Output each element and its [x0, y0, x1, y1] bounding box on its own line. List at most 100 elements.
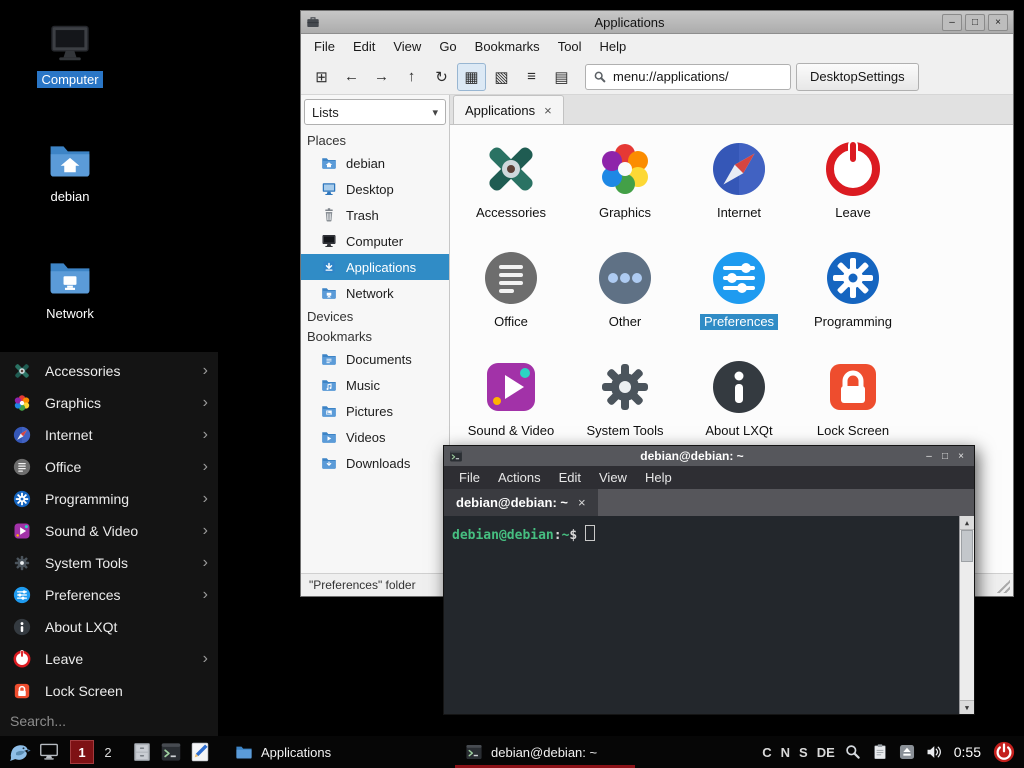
scrollbar-thumb[interactable]: [961, 530, 973, 562]
quicklaunch-terminal[interactable]: [160, 741, 182, 763]
menu-edit[interactable]: Edit: [550, 470, 590, 485]
leave-button[interactable]: [992, 740, 1016, 764]
menu-item-lock-screen[interactable]: Lock Screen: [0, 675, 218, 707]
menu-view[interactable]: View: [384, 39, 430, 54]
workspace-1-button[interactable]: 1: [70, 740, 94, 764]
menu-file[interactable]: File: [305, 39, 344, 54]
app-item-internet[interactable]: Internet: [682, 137, 796, 246]
menu-bookmarks[interactable]: Bookmarks: [466, 39, 549, 54]
terminal-tab[interactable]: debian@debian: ~ ×: [444, 489, 598, 516]
app-item-programming[interactable]: Programming: [796, 246, 910, 355]
workspace-2-button[interactable]: 2: [98, 745, 118, 760]
desktop-settings-button[interactable]: DesktopSettings: [796, 63, 919, 91]
sidebar-item-debian[interactable]: debian: [301, 150, 449, 176]
menu-tool[interactable]: Tool: [549, 39, 591, 54]
menu-item-internet[interactable]: Internet ›: [0, 419, 218, 451]
scroll-up-icon[interactable]: ▲: [960, 516, 974, 530]
leave-icon: [12, 649, 32, 669]
sidebar-item-documents[interactable]: Documents: [301, 346, 449, 372]
refresh-button[interactable]: ↻: [427, 63, 456, 91]
menu-file[interactable]: File: [450, 470, 489, 485]
show-desktop-button[interactable]: [38, 741, 60, 763]
task-button-terminal[interactable]: debian@debian: ~: [455, 736, 635, 768]
menu-item-graphics[interactable]: Graphics ›: [0, 387, 218, 419]
sidebar-mode-select[interactable]: Lists ▾: [304, 99, 446, 125]
menu-item-system-tools[interactable]: System Tools ›: [0, 547, 218, 579]
terminal-titlebar[interactable]: debian@debian: ~ – □ ×: [444, 446, 974, 466]
file-manager-titlebar[interactable]: Applications – □ ×: [301, 11, 1013, 34]
tab-applications[interactable]: Applications ×: [453, 95, 564, 124]
app-item-graphics[interactable]: Graphics: [568, 137, 682, 246]
keyboard-layout-indicator[interactable]: DE: [817, 745, 835, 760]
sidebar-item-videos[interactable]: Videos: [301, 424, 449, 450]
thumbnail-view-button[interactable]: ▧: [487, 63, 516, 91]
sidebar-item-trash[interactable]: Trash: [301, 202, 449, 228]
menu-item-programming[interactable]: Programming ›: [0, 483, 218, 515]
menu-item-preferences[interactable]: Preferences ›: [0, 579, 218, 611]
path-bar[interactable]: menu://applications/: [585, 64, 791, 90]
menu-item-label: Leave: [45, 651, 83, 667]
menu-go[interactable]: Go: [430, 39, 465, 54]
task-button-applications[interactable]: Applications: [225, 736, 395, 768]
close-button[interactable]: ×: [988, 14, 1008, 31]
screenshot-tool-button[interactable]: [844, 743, 862, 761]
menu-item-leave[interactable]: Leave ›: [0, 643, 218, 675]
graphics-icon: [12, 393, 32, 413]
tab-close-icon[interactable]: ×: [544, 103, 552, 118]
menu-view[interactable]: View: [590, 470, 636, 485]
forward-button[interactable]: →: [367, 63, 396, 91]
app-item-leave[interactable]: Leave: [796, 137, 910, 246]
minimize-button[interactable]: –: [921, 451, 937, 462]
up-button[interactable]: ↑: [397, 63, 426, 91]
desktop-icon-computer[interactable]: Computer: [22, 20, 118, 89]
app-item-office[interactable]: Office: [454, 246, 568, 355]
clipboard-tray-button[interactable]: [871, 743, 889, 761]
network-folder-icon: [321, 285, 337, 301]
sidebar-item-label: Pictures: [346, 404, 393, 419]
app-item-accessories[interactable]: Accessories: [454, 137, 568, 246]
menu-item-sound-video[interactable]: Sound & Video ›: [0, 515, 218, 547]
sidebar-item-network[interactable]: Network: [301, 280, 449, 306]
terminal-viewport[interactable]: debian@debian:~$ ▲ ▼: [444, 516, 974, 714]
resize-grip[interactable]: [997, 580, 1010, 593]
menu-actions[interactable]: Actions: [489, 470, 550, 485]
compact-view-button[interactable]: ≡: [517, 63, 546, 91]
search-input[interactable]: [8, 712, 210, 730]
scroll-down-icon[interactable]: ▼: [960, 700, 974, 714]
menu-help[interactable]: Help: [636, 470, 681, 485]
new-window-button[interactable]: ⊞: [307, 63, 336, 91]
sidebar-item-pictures[interactable]: Pictures: [301, 398, 449, 424]
close-button[interactable]: ×: [953, 451, 969, 462]
menu-item-accessories[interactable]: Accessories ›: [0, 355, 218, 387]
app-item-other[interactable]: Other: [568, 246, 682, 355]
maximize-button[interactable]: □: [965, 14, 985, 31]
volume-button[interactable]: [925, 743, 943, 761]
detailed-view-button[interactable]: ▤: [547, 63, 576, 91]
computer-icon: [22, 20, 118, 66]
menu-item-about-lxqt[interactable]: About LXQt: [0, 611, 218, 643]
icon-view-button[interactable]: ▦: [457, 63, 486, 91]
scrollbar[interactable]: ▲ ▼: [959, 516, 974, 714]
tab-close-icon[interactable]: ×: [578, 495, 586, 510]
desktop-icon-debian[interactable]: debian: [22, 137, 118, 206]
removable-media-button[interactable]: [898, 743, 916, 761]
back-button[interactable]: ←: [337, 63, 366, 91]
window-title: debian@debian: ~: [463, 449, 921, 463]
sidebar-item-applications[interactable]: Applications: [301, 254, 449, 280]
menu-item-office[interactable]: Office ›: [0, 451, 218, 483]
menu-edit[interactable]: Edit: [344, 39, 384, 54]
quicklaunch-editor[interactable]: [189, 741, 211, 763]
app-item-preferences[interactable]: Preferences: [682, 246, 796, 355]
sidebar-item-music[interactable]: Music: [301, 372, 449, 398]
sidebar-item-downloads[interactable]: Downloads: [301, 450, 449, 476]
sidebar-item-desktop[interactable]: Desktop: [301, 176, 449, 202]
maximize-button[interactable]: □: [937, 451, 953, 462]
start-menu-button[interactable]: [7, 740, 31, 764]
sidebar-item-computer[interactable]: Computer: [301, 228, 449, 254]
minimize-button[interactable]: –: [942, 14, 962, 31]
desktop-icon-network[interactable]: Network: [22, 254, 118, 323]
quicklaunch-file-manager[interactable]: [131, 741, 153, 763]
menu-help[interactable]: Help: [591, 39, 636, 54]
clock[interactable]: 0:55: [954, 744, 981, 760]
system-tools-icon: [593, 355, 657, 419]
